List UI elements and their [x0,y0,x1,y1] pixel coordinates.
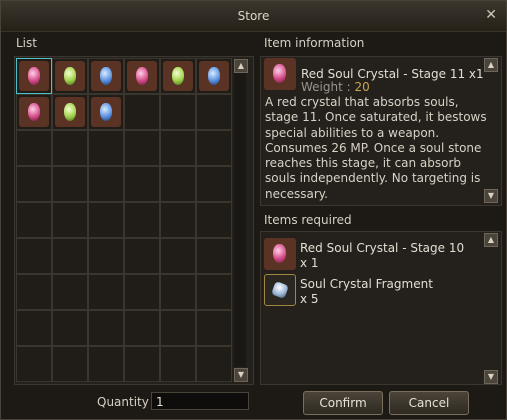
red-soul-crystal-icon [127,61,157,91]
item-information-label: Item information [264,36,365,50]
grid-cell[interactable] [52,238,88,274]
item-grid [16,58,232,382]
grid-cell[interactable] [124,94,160,130]
grid-cell[interactable] [52,202,88,238]
grid-cell[interactable] [160,166,196,202]
list-label: List [16,36,37,50]
blue-soul-crystal-icon [199,61,229,91]
grid-cell[interactable] [88,274,124,310]
red-soul-crystal-icon [264,238,296,270]
grid-cell[interactable] [124,202,160,238]
red-soul-crystal-icon [19,97,49,127]
grid-cell[interactable] [196,202,232,238]
red-soul-crystal-icon [19,61,49,91]
grid-cell[interactable] [52,94,88,130]
blue-soul-crystal-icon [91,61,121,91]
grid-cell[interactable] [124,274,160,310]
info-scroll-down-icon[interactable]: ▼ [484,189,498,203]
item-name: Red Soul Crystal - Stage 11 x1 [301,67,484,81]
title-bar[interactable]: Store ✕ [1,1,506,32]
grid-cell[interactable] [196,130,232,166]
grid-cell[interactable] [160,202,196,238]
required-item-qty: x 5 [300,292,319,306]
green-soul-crystal-icon [163,61,193,91]
grid-cell[interactable] [196,274,232,310]
grid-cell[interactable] [160,274,196,310]
soul-crystal-fragment-icon [264,274,296,306]
grid-cell[interactable] [196,166,232,202]
close-icon[interactable]: ✕ [485,7,497,23]
grid-cell[interactable] [196,310,232,346]
quantity-input[interactable]: 1 [151,392,249,410]
window-title: Store [237,9,270,23]
items-required-label: Items required [264,213,352,227]
grid-cell[interactable] [160,310,196,346]
grid-cell[interactable] [88,130,124,166]
grid-cell[interactable] [16,94,52,130]
list-scroll-up-icon[interactable]: ▲ [234,59,248,73]
grid-cell[interactable] [88,166,124,202]
grid-cell[interactable] [160,94,196,130]
blue-soul-crystal-icon [91,97,121,127]
item-description: A red crystal that absorbs souls, stage … [265,95,487,201]
grid-cell[interactable] [16,346,52,382]
grid-cell[interactable] [52,130,88,166]
item-weight: Weight : 20 [301,80,370,94]
grid-cell[interactable] [124,58,160,94]
grid-cell[interactable] [124,238,160,274]
grid-cell[interactable] [16,202,52,238]
confirm-button[interactable]: Confirm [303,391,383,415]
grid-cell[interactable] [88,58,124,94]
grid-cell[interactable] [124,166,160,202]
quantity-label: Quantity [97,395,149,409]
grid-cell[interactable] [16,166,52,202]
grid-cell[interactable] [52,274,88,310]
grid-cell[interactable] [88,238,124,274]
grid-cell[interactable] [124,346,160,382]
cancel-button[interactable]: Cancel [389,391,469,415]
grid-cell[interactable] [16,310,52,346]
red-soul-crystal-icon [264,58,296,90]
green-soul-crystal-icon [55,97,85,127]
grid-cell[interactable] [196,238,232,274]
grid-cell[interactable] [160,58,196,94]
grid-cell[interactable] [88,346,124,382]
store-window: Store ✕ List Item information ▲ ▼ Red So… [0,0,507,420]
grid-cell[interactable] [16,238,52,274]
grid-cell[interactable] [160,238,196,274]
grid-cell[interactable] [124,310,160,346]
grid-cell[interactable] [52,310,88,346]
grid-cell[interactable] [16,274,52,310]
grid-cell[interactable] [52,346,88,382]
info-scroll-up-icon[interactable]: ▲ [484,58,498,72]
required-item-name: Soul Crystal Fragment [300,277,433,291]
grid-cell[interactable] [160,130,196,166]
grid-cell[interactable] [16,58,52,94]
list-scroll-down-icon[interactable]: ▼ [234,368,248,382]
required-scroll-down-icon[interactable]: ▼ [484,370,498,384]
grid-cell[interactable] [160,346,196,382]
required-item-qty: x 1 [300,256,319,270]
grid-cell[interactable] [196,58,232,94]
grid-cell[interactable] [88,202,124,238]
grid-cell[interactable] [196,94,232,130]
required-scroll-up-icon[interactable]: ▲ [484,233,498,247]
grid-cell[interactable] [16,130,52,166]
grid-cell[interactable] [124,130,160,166]
grid-cell[interactable] [88,94,124,130]
grid-cell[interactable] [52,58,88,94]
grid-cell[interactable] [52,166,88,202]
grid-cell[interactable] [88,310,124,346]
list-scrollbar[interactable] [234,73,246,367]
grid-cell[interactable] [196,346,232,382]
green-soul-crystal-icon [55,61,85,91]
required-item-name: Red Soul Crystal - Stage 10 [300,241,465,255]
